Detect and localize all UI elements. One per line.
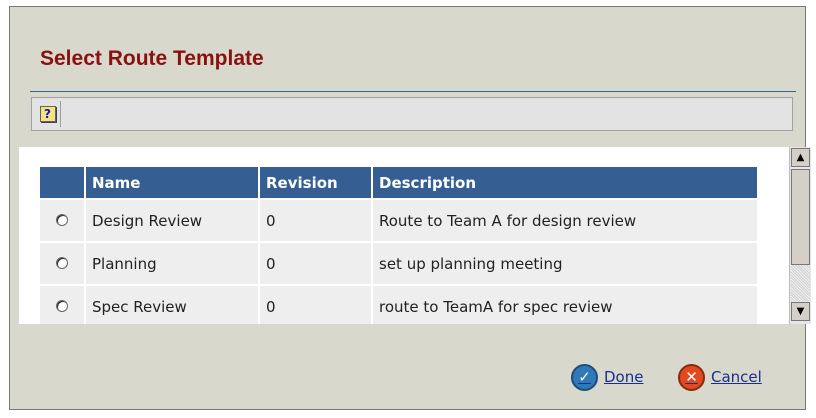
cell-description: route to TeamA for spec review <box>373 286 757 324</box>
row-select-cell <box>40 243 84 284</box>
cancel-button[interactable]: ✕ Cancel <box>678 362 762 392</box>
done-label: Done <box>604 368 644 386</box>
cell-name: Design Review <box>86 200 258 241</box>
checkmark-icon: ✓ <box>571 363 598 391</box>
table-container: Name Revision Description Design Review … <box>19 147 795 324</box>
select-route-dialog: Select Route Template ? Name Revision De… <box>9 6 811 410</box>
dialog-title: Select Route Template <box>40 47 264 70</box>
column-header-description[interactable]: Description <box>373 167 757 198</box>
cell-name: Planning <box>86 243 258 284</box>
title-divider <box>30 91 796 92</box>
table-row: Planning 0 set up planning meeting <box>40 243 757 284</box>
scroll-up-icon[interactable]: ▲ <box>791 148 810 167</box>
cell-description: Route to Team A for design review <box>373 200 757 241</box>
toolbar: ? <box>31 97 793 131</box>
table-header-row: Name Revision Description <box>40 167 757 198</box>
cell-revision: 0 <box>260 286 371 324</box>
column-header-select <box>40 167 84 198</box>
table-row: Design Review 0 Route to Team A for desi… <box>40 200 757 241</box>
column-header-name[interactable]: Name <box>86 167 258 198</box>
cell-description: set up planning meeting <box>373 243 757 284</box>
route-template-table: Name Revision Description Design Review … <box>38 165 759 324</box>
column-header-revision[interactable]: Revision <box>260 167 371 198</box>
row-radio-button[interactable] <box>56 213 68 226</box>
row-radio-button[interactable] <box>56 299 68 312</box>
scroll-thumb[interactable] <box>791 169 810 265</box>
row-radio-button[interactable] <box>56 256 68 269</box>
help-button[interactable]: ? <box>35 101 61 127</box>
close-icon: ✕ <box>678 363 705 391</box>
table-row: Spec Review 0 route to TeamA for spec re… <box>40 286 757 324</box>
cell-name: Spec Review <box>86 286 258 324</box>
cell-revision: 0 <box>260 200 371 241</box>
done-button[interactable]: ✓ Done <box>571 362 643 392</box>
help-icon: ? <box>39 106 56 122</box>
scroll-down-icon[interactable]: ▼ <box>791 302 810 321</box>
row-select-cell <box>40 286 84 324</box>
vertical-scrollbar[interactable]: ▲ ▼ <box>789 147 811 324</box>
row-select-cell <box>40 200 84 241</box>
cancel-label: Cancel <box>711 368 762 386</box>
scroll-track[interactable] <box>791 265 810 301</box>
cell-revision: 0 <box>260 243 371 284</box>
